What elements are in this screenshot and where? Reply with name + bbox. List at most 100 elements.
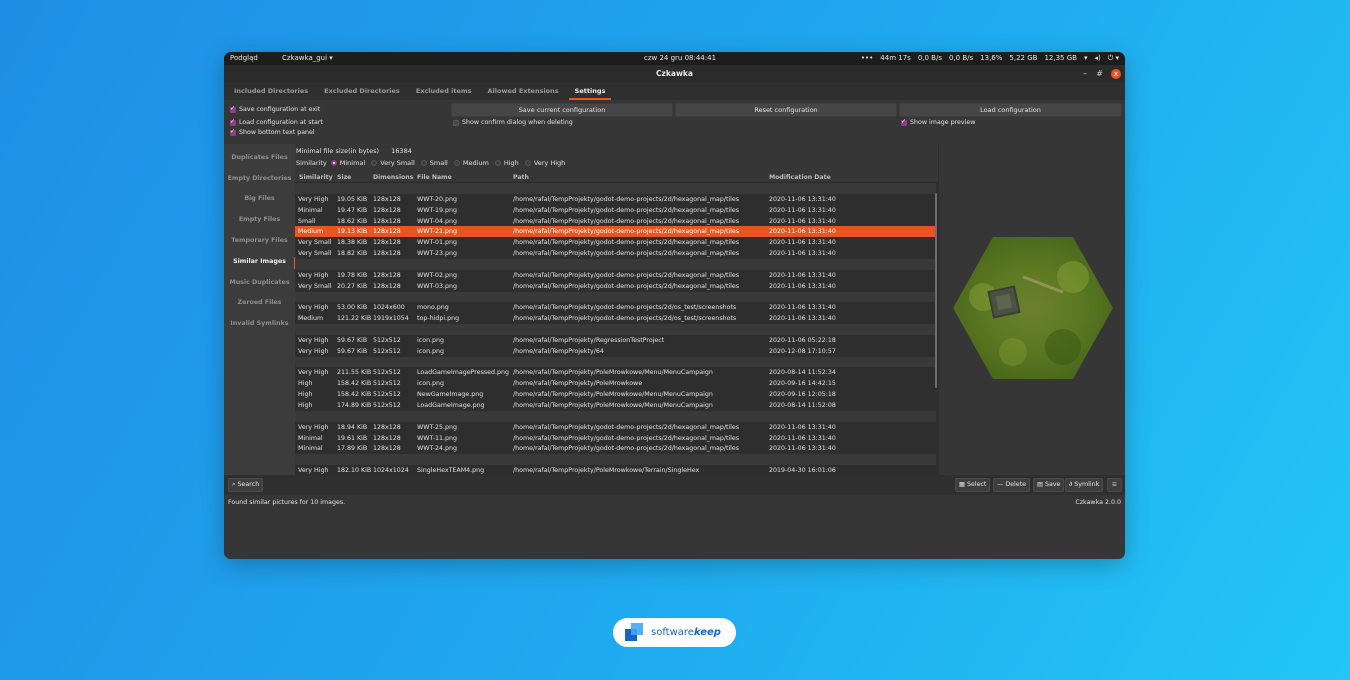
table-row[interactable]: Very High 19.05 KiB 128x128 WWT-20.png/home… [295, 193, 936, 205]
min-size-input[interactable]: 16384 [391, 147, 412, 155]
show-bottom-panel-checkbox[interactable]: Show bottom text panel [230, 128, 315, 136]
column-path[interactable]: Path [513, 172, 529, 183]
cell-dimensions: 128x128 [373, 239, 401, 247]
radio-high[interactable]: High [494, 159, 519, 167]
search-button[interactable]: ⌕ Search [228, 478, 264, 492]
sidebar-item-similar-images[interactable]: Similar Images [224, 258, 295, 265]
table-row[interactable]: Very High 59.67 KiB 512x512 icon.png/home/r… [295, 345, 936, 357]
tab-excluded-items[interactable]: Excluded items [410, 83, 478, 100]
sidebar-item-big-files[interactable]: Big Files [224, 195, 295, 202]
cell-similarity: High [298, 380, 313, 388]
table-row[interactable]: Very High 182.10 KiB 1024x1024 SingleHexTEA… [295, 465, 936, 475]
table-row[interactable]: Medium 19.13 KiB 128x128 WWT-21.png/home/ra… [295, 226, 936, 238]
radio-medium[interactable]: Medium [453, 159, 489, 167]
load-at-start-checkbox[interactable]: Load configuration at start [230, 118, 323, 126]
cell-similarity: Very High [298, 271, 329, 279]
table-row[interactable]: Very Small 18.38 KiB 128x128 WWT-01.png/hom… [295, 237, 936, 249]
table-row[interactable]: Very High 211.55 KiB 512x512 LoadGameImageP… [295, 367, 936, 379]
memory-indicator: 5,22 GB [1009, 54, 1038, 62]
radio-small[interactable]: Small [420, 159, 448, 167]
table-row[interactable]: High 158.42 KiB 512x512 icon.png/home/rafal… [295, 378, 936, 390]
close-button[interactable]: x [1111, 69, 1121, 79]
select-button[interactable]: ▦ Select [955, 478, 991, 492]
table-row[interactable]: Very Small 20.27 KiB 128x128 WWT-03.png/hom… [295, 280, 936, 292]
table-row[interactable]: Minimal 19.47 KiB 128x128 WWT-19.png/home/r… [295, 204, 936, 216]
cell-path: /home/rafal/TempProjekty/godot-demo-proj… [513, 423, 740, 431]
table-row[interactable]: Very High 19.78 KiB 128x128 WWT-02.png/home… [295, 269, 936, 281]
cell-file-name: SingleHexTEAM4.png [417, 467, 485, 475]
tab-settings[interactable]: Settings [568, 83, 612, 100]
checkbox-checked-icon [230, 128, 236, 136]
sidebar-item-invalid-symlinks[interactable]: Invalid Symlinks [224, 320, 295, 327]
delete-button[interactable]: — Delete [993, 478, 1031, 492]
show-preview-label: Show image preview [910, 119, 976, 126]
cell-similarity: Minimal [298, 434, 323, 442]
cell-similarity: Very Small [298, 282, 332, 290]
column-similarity[interactable]: Similarity [299, 172, 333, 183]
cell-path: /home/rafal/TempProjekty/godot-demo-proj… [513, 445, 740, 453]
power-icon[interactable]: ⏻ ▾ [1108, 52, 1119, 65]
show-preview-checkbox[interactable]: Show image preview [901, 118, 976, 126]
cell-path: /home/rafal/TempProjekty/godot-demo-proj… [513, 434, 740, 442]
show-confirm-checkbox[interactable]: Show confirm dialog when deleting [453, 119, 573, 126]
cell-modification-date: 2020-11-06 13:31:40 [769, 315, 836, 323]
table-row[interactable]: Very High 18.94 KiB 128x128 WWT-25.png/home… [295, 421, 936, 433]
sidebar-item-empty-directories[interactable]: Empty Directories [224, 175, 295, 182]
network-icon[interactable]: ▾ [1084, 52, 1088, 65]
column-modification-date[interactable]: Modification Date [769, 172, 831, 183]
save-button[interactable]: ▤ Save [1033, 478, 1065, 492]
save-configuration-button[interactable]: Save current configuration [451, 103, 673, 117]
app-menu[interactable]: Podgląd [230, 52, 258, 65]
sidebar-item-temporary-files[interactable]: Temporary Files [224, 237, 295, 244]
tab-allowed-extensions[interactable]: Allowed Extensions [482, 83, 565, 100]
clock[interactable]: czw 24 gru 08:44:41 [644, 52, 716, 65]
table-row[interactable]: High 174.89 KiB 512x512 LoadGameImage.png/h… [295, 400, 936, 411]
cell-dimensions: 1919x1054 [373, 315, 409, 323]
column-dimensions[interactable]: Dimensions [373, 172, 413, 183]
tab-excluded-directories[interactable]: Excluded Directories [318, 83, 406, 100]
radio-very-small[interactable]: Very Small [371, 159, 415, 167]
table-row[interactable]: Minimal 17.89 KiB 128x128 WWT-24.png/home/r… [295, 443, 936, 455]
load-configuration-button[interactable]: Load configuration [899, 103, 1122, 117]
sidebar-item-zeroed-files[interactable]: Zeroed Files [224, 299, 295, 306]
cell-modification-date: 2020-08-14 11:52:34 [769, 369, 836, 377]
table-row[interactable]: Very High 59.67 KiB 512x512 icon.png/home/r… [295, 334, 936, 346]
cell-modification-date: 2020-11-06 13:31:40 [769, 228, 836, 236]
cell-dimensions: 512x512 [373, 402, 401, 409]
sidebar-item-music-duplicates[interactable]: Music Duplicates [224, 279, 295, 286]
radio-icon [453, 160, 460, 166]
save-at-exit-checkbox[interactable]: Save configuration at exit [230, 105, 320, 113]
more-indicator[interactable]: ••• [861, 52, 873, 65]
radio-minimal[interactable]: Minimal [330, 159, 365, 167]
table-row[interactable]: Very Small 18.82 KiB 128x128 WWT-23.png/hom… [295, 248, 936, 260]
column-file-name[interactable]: File Name [417, 172, 452, 183]
table-row[interactable]: Small 18.62 KiB 128x128 WWT-04.png/home/raf… [295, 215, 936, 227]
cell-file-name: icon.png [417, 336, 445, 344]
table-row[interactable]: Medium 121.22 KiB 1919x1054 top-hidpi.png/h… [295, 313, 936, 325]
cell-similarity: Small [298, 217, 316, 225]
tab-included-directories[interactable]: Included Directories [228, 83, 314, 100]
minimize-button[interactable]: – [1083, 68, 1087, 80]
volume-icon[interactable]: ◂) [1094, 52, 1100, 65]
cell-modification-date: 2020-11-06 13:31:40 [769, 195, 836, 203]
maximize-button[interactable]: # [1096, 68, 1103, 80]
column-size[interactable]: Size [337, 172, 351, 183]
table-row[interactable]: High 158.42 KiB 512x512 NewGameImage.png/ho… [295, 389, 936, 401]
checkbox-checked-icon [901, 118, 907, 126]
symlink-button[interactable]: ∂ Symlink [1065, 478, 1104, 492]
search-button-label: Search [237, 481, 260, 488]
cell-file-name: NewGameImage.png [417, 391, 484, 399]
app-name-menu[interactable]: Czkawka_gui ▾ [282, 52, 333, 65]
radio-high-label: High [503, 159, 519, 167]
reset-configuration-button[interactable]: Reset configuration [675, 103, 897, 117]
cell-file-name: WWT-03.png [417, 282, 457, 290]
radio-very-high[interactable]: Very High [524, 159, 565, 167]
table-scrollbar[interactable] [935, 193, 937, 388]
table-row[interactable]: Minimal 19.61 KiB 128x128 WWT-11.png/home/r… [295, 432, 936, 444]
title-bar: Czkawka – # x [224, 65, 1125, 83]
hamburger-icon[interactable]: ≡ [1107, 478, 1122, 492]
table-row[interactable]: Very High 53.00 KiB 1024x600 mono.png/home/… [295, 302, 936, 314]
sidebar-item-duplicates-files[interactable]: Duplicates Files [224, 154, 295, 161]
sidebar-item-empty-files[interactable]: Empty Files [224, 216, 295, 223]
delete-icon: — [997, 481, 1004, 488]
